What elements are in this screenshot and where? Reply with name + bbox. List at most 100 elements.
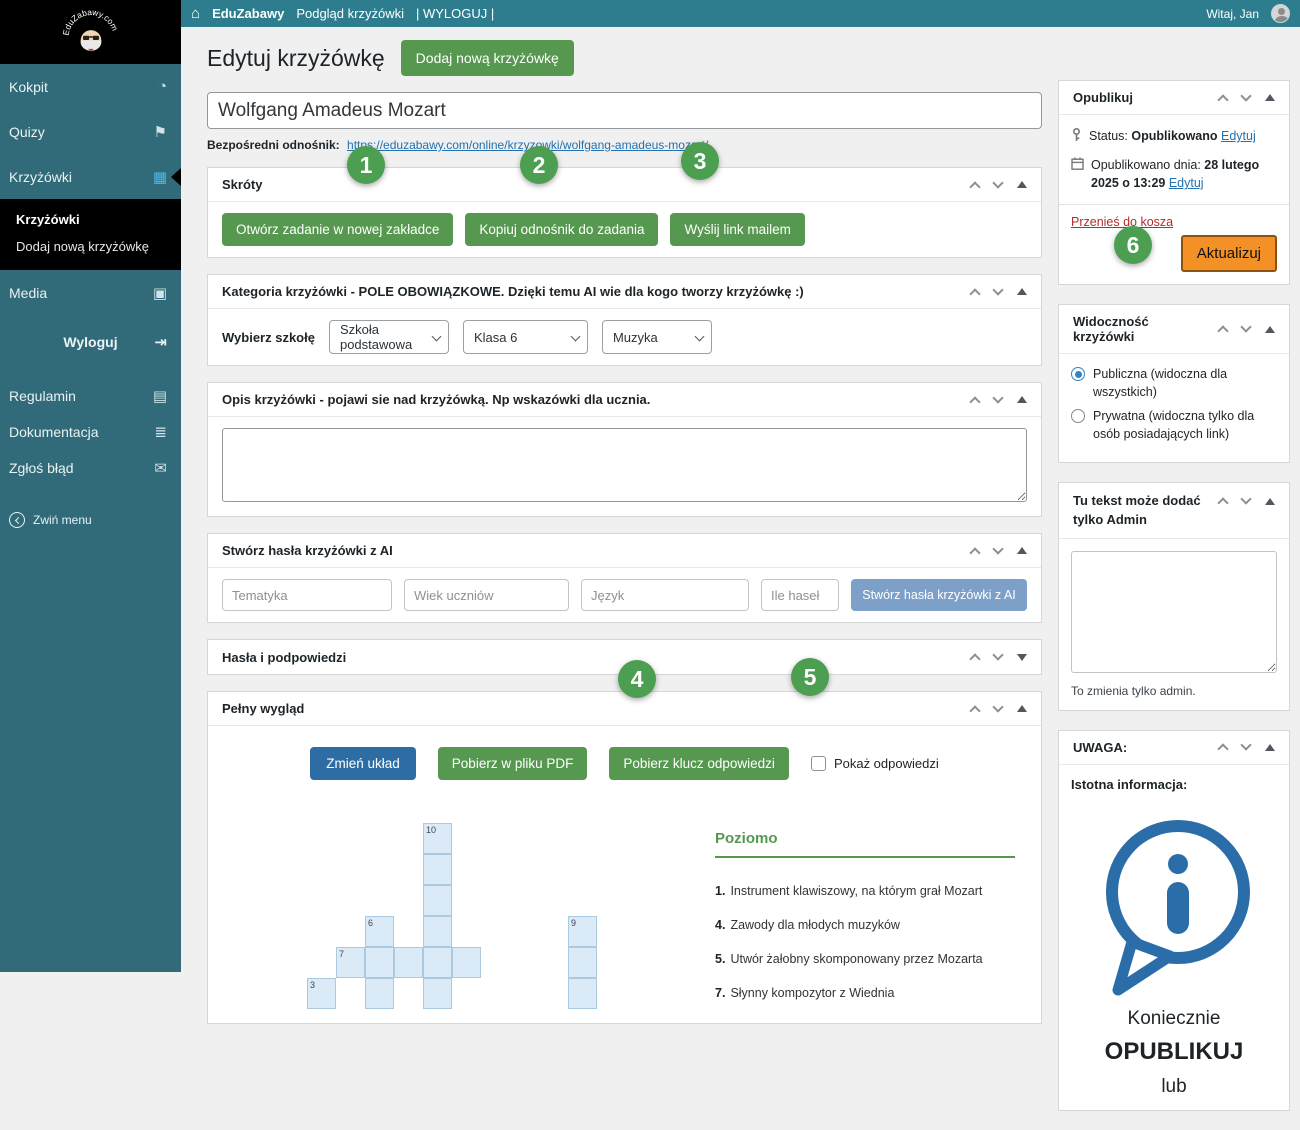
move-down-icon[interactable]	[992, 649, 1003, 660]
toggle-panel-icon[interactable]	[1265, 498, 1275, 505]
topbar-logout-link[interactable]: | WYLOGUJ |	[416, 6, 494, 21]
generate-ai-words-button[interactable]: Stwórz hasła krzyżówki z AI	[851, 579, 1027, 611]
move-up-icon[interactable]	[969, 396, 980, 407]
sidebar-item-regulamin[interactable]: Regulamin ▤	[0, 378, 181, 414]
move-up-icon[interactable]	[969, 705, 980, 716]
crossword-title-input[interactable]	[207, 92, 1042, 129]
toggle-panel-icon[interactable]	[1017, 396, 1027, 403]
eduzabawy-logo[interactable]: EduZabawy.com	[0, 0, 181, 64]
sidebar-item-quizy[interactable]: Quizy ⚑	[0, 109, 181, 154]
sidebar-item-wyloguj[interactable]: Wyloguj ⇥	[0, 319, 181, 364]
toggle-panel-icon[interactable]	[1265, 326, 1275, 333]
crossword-cell	[568, 947, 597, 978]
sidebar-nav: Kokpit ◔ Quizy ⚑ Krzyżówki ▦ Krzyżówki D…	[0, 64, 181, 528]
move-up-icon[interactable]	[1217, 326, 1228, 337]
move-down-icon[interactable]	[1240, 90, 1251, 101]
download-answer-key-button[interactable]: Pobierz klucz odpowiedzi	[609, 747, 789, 780]
description-panel: Opis krzyżówki - pojawi sie nad krzyżówk…	[207, 382, 1042, 517]
toggle-panel-icon[interactable]	[1265, 744, 1275, 751]
sidebar-item-kokpit[interactable]: Kokpit ◔	[0, 64, 181, 109]
chevron-down-icon	[571, 332, 581, 342]
visibility-option-private[interactable]: Prywatna (widoczna tylko dla osób posiad…	[1071, 408, 1277, 443]
sidebar-item-media[interactable]: Media ▣	[0, 270, 181, 315]
main-content: Edytuj krzyżówkę Dodaj nową krzyżówkę Be…	[207, 40, 1042, 1040]
toggle-panel-icon[interactable]	[1017, 654, 1027, 661]
update-button[interactable]: Aktualizuj	[1181, 235, 1277, 272]
move-down-icon[interactable]	[992, 392, 1003, 403]
toggle-panel-icon[interactable]	[1017, 547, 1027, 554]
open-in-new-tab-button[interactable]: Otwórz zadanie w nowej zakładce	[222, 213, 453, 246]
envelope-icon: ✉	[154, 459, 167, 477]
toggle-panel-icon[interactable]	[1017, 181, 1027, 188]
topic-input[interactable]	[222, 579, 392, 611]
sidebar-item-krzyzowki[interactable]: Krzyżówki ▦	[0, 154, 181, 199]
crossword-cell: 10	[423, 823, 452, 854]
move-up-icon[interactable]	[1217, 94, 1228, 105]
toggle-panel-icon[interactable]	[1017, 705, 1027, 712]
move-down-icon[interactable]	[1240, 322, 1251, 333]
move-up-icon[interactable]	[1217, 744, 1228, 755]
move-up-icon[interactable]	[969, 181, 980, 192]
grid-icon: ▦	[153, 168, 167, 186]
admin-text-panel: Tu tekst może dodać tylko Admin To zmien…	[1058, 482, 1290, 710]
move-up-icon[interactable]	[1217, 498, 1228, 509]
key-icon	[1071, 128, 1082, 142]
student-age-input[interactable]	[404, 579, 569, 611]
move-down-icon[interactable]	[992, 701, 1003, 712]
send-link-email-button[interactable]: Wyślij link mailem	[670, 213, 804, 246]
home-icon[interactable]: ⌂	[191, 5, 200, 22]
answers-panel-title: Hasła i podpowiedzi	[222, 650, 346, 665]
edit-status-link[interactable]: Edytuj	[1221, 129, 1256, 143]
move-to-trash-link[interactable]: Przenieś do kosza	[1071, 215, 1173, 229]
topbar-brand[interactable]: EduZabawy	[212, 6, 284, 21]
collapse-menu-button[interactable]: Zwiń menu	[0, 512, 181, 528]
move-down-icon[interactable]	[992, 177, 1003, 188]
language-input[interactable]	[581, 579, 749, 611]
move-down-icon[interactable]	[992, 284, 1003, 295]
logo-graphic: EduZabawy.com	[61, 2, 121, 62]
clues-title: Poziomo	[715, 830, 1015, 847]
submenu-item-krzyzowki[interactable]: Krzyżówki	[0, 206, 181, 233]
sidebar-item-label: Kokpit	[9, 79, 48, 95]
crossword-cell	[452, 947, 481, 978]
toggle-panel-icon[interactable]	[1017, 288, 1027, 295]
edit-date-link[interactable]: Edytuj	[1169, 176, 1204, 190]
clue-text: Słynny kompozytor z Wiednia	[730, 986, 894, 1000]
move-up-icon[interactable]	[969, 547, 980, 558]
move-down-icon[interactable]	[1240, 494, 1251, 505]
clue-text: Zawody dla młodych muzyków	[730, 918, 900, 932]
submenu-item-dodaj-krzyzowke[interactable]: Dodaj nową krzyżówkę	[0, 233, 181, 260]
publish-panel: Opublikuj Status: Opublikowano Edytuj	[1058, 80, 1290, 285]
subject-select[interactable]: Muzyka	[602, 320, 712, 354]
move-up-icon[interactable]	[969, 653, 980, 664]
word-count-input[interactable]	[761, 579, 839, 611]
admin-text-textarea[interactable]	[1071, 551, 1277, 673]
move-down-icon[interactable]	[1240, 740, 1251, 751]
radio-unselected-icon[interactable]	[1071, 409, 1085, 423]
class-select[interactable]: Klasa 6	[463, 320, 588, 354]
visibility-option-public[interactable]: Publiczna (widoczna dla wszystkich)	[1071, 366, 1277, 401]
sidebar-item-label: Krzyżówki	[9, 169, 72, 185]
sidebar-item-dokumentacja[interactable]: Dokumentacja ≣	[0, 414, 181, 450]
school-select[interactable]: Szkoła podstawowa	[329, 320, 449, 354]
radio-selected-icon[interactable]	[1071, 367, 1085, 381]
topbar-preview-link[interactable]: Podgląd krzyżówki	[296, 6, 404, 21]
sidebar: EduZabawy.com Kokpit ◔ Quizy ⚑ Krzyżówki…	[0, 0, 181, 972]
description-textarea[interactable]	[222, 428, 1027, 502]
change-layout-button[interactable]: Zmień układ	[310, 747, 416, 780]
description-panel-title: Opis krzyżówki - pojawi sie nad krzyżówk…	[222, 392, 650, 407]
move-up-icon[interactable]	[969, 288, 980, 299]
toggle-panel-icon[interactable]	[1265, 94, 1275, 101]
add-crossword-button[interactable]: Dodaj nową krzyżówkę	[401, 40, 574, 76]
user-avatar[interactable]	[1271, 4, 1290, 23]
sidebar-item-zglos-blad[interactable]: Zgłoś błąd ✉	[0, 450, 181, 486]
annotation-5: 5	[791, 658, 829, 696]
show-answers-checkbox[interactable]	[811, 756, 826, 771]
status-value: Opublikowano	[1131, 129, 1217, 143]
move-down-icon[interactable]	[992, 543, 1003, 554]
copy-link-button[interactable]: Kopiuj odnośnik do zadania	[465, 213, 658, 246]
media-icon: ▣	[153, 284, 167, 302]
visibility-panel: Widoczność krzyżówki Publiczna (widoczna…	[1058, 304, 1290, 463]
clue-number: 4.	[715, 918, 725, 932]
download-pdf-button[interactable]: Pobierz w pliku PDF	[438, 747, 588, 780]
